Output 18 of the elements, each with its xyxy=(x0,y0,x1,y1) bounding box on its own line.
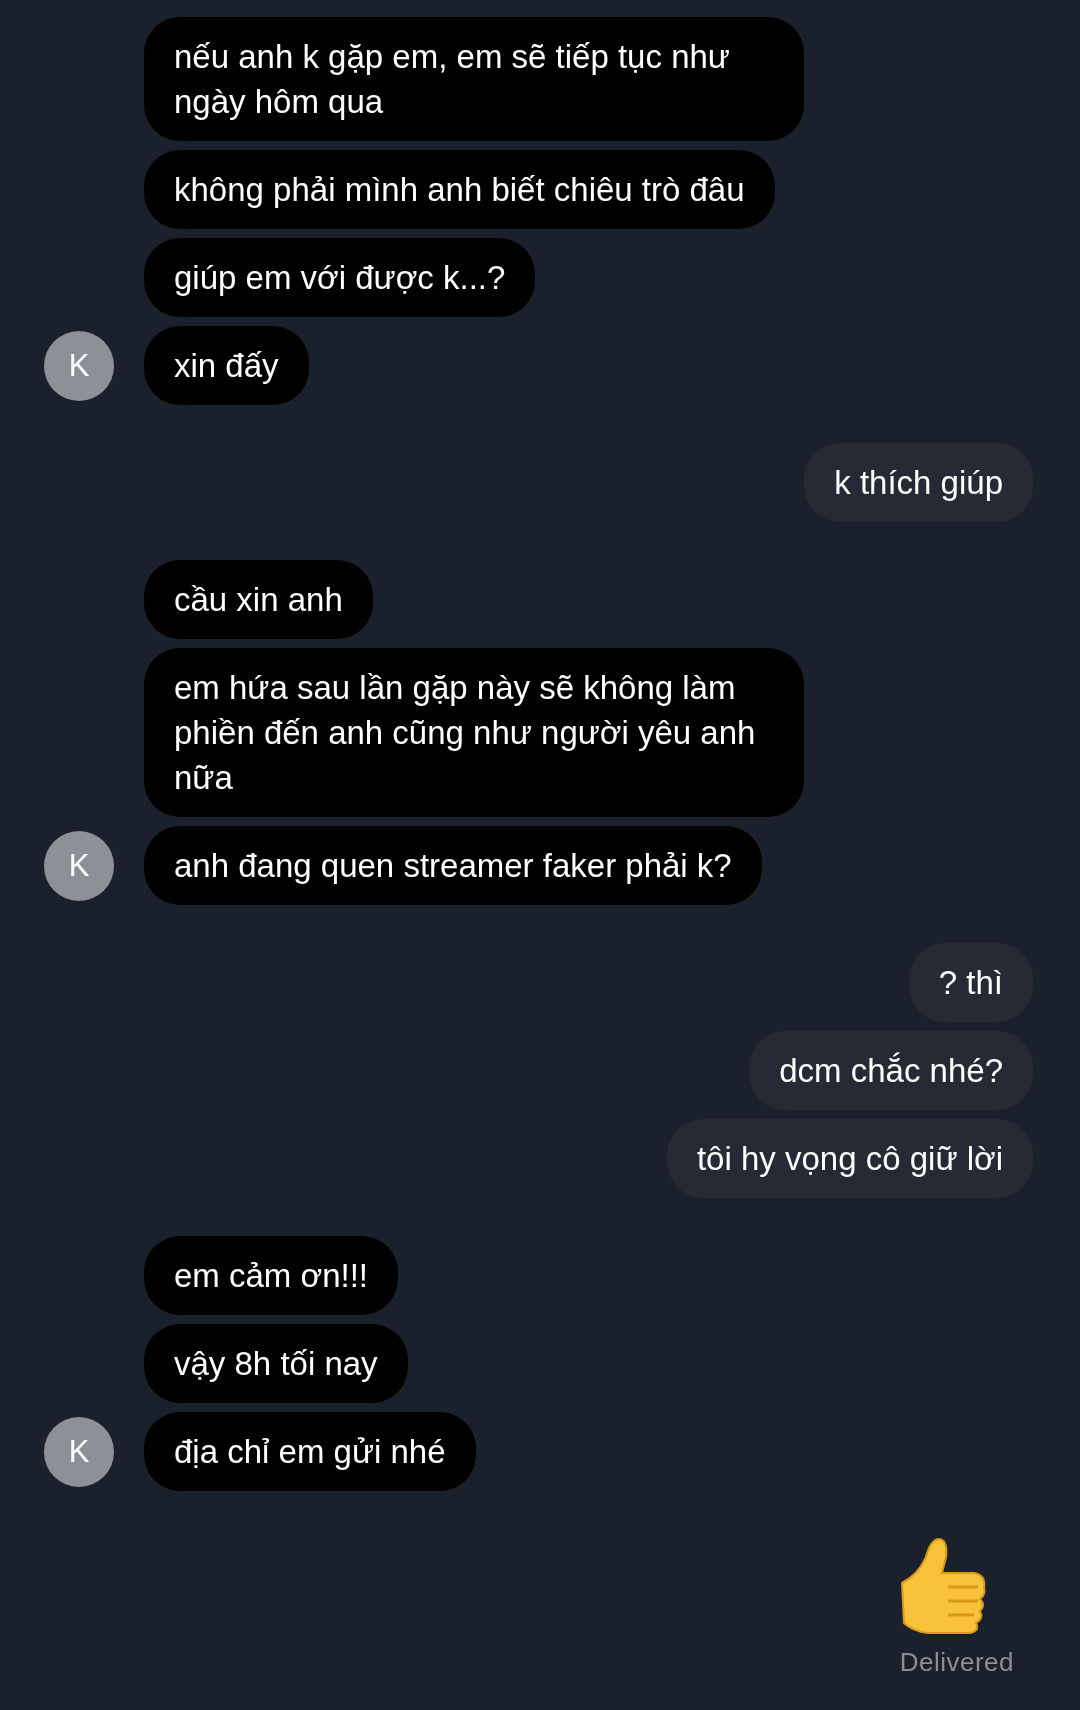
received-message: anh đang quen streamer faker phải k? xyxy=(144,826,762,905)
avatar: K xyxy=(44,331,114,401)
received-message: cầu xin anh xyxy=(144,560,373,639)
received-message: địa chỉ em gửi nhé xyxy=(144,1412,476,1491)
sent-message: tôi hy vọng cô giữ lời xyxy=(666,1119,1033,1198)
sent-message: ? thì xyxy=(908,943,1033,1022)
sent-message: dcm chắc nhé? xyxy=(749,1031,1033,1110)
delivery-status: Delivered xyxy=(899,1647,1014,1678)
received-message: em hứa sau lần gặp này sẽ không làm phiền đến anh cũng như người yêu anh nữa xyxy=(144,648,804,817)
received-message: xin đấy xyxy=(144,326,309,405)
avatar: K xyxy=(44,831,114,901)
avatar: K xyxy=(44,1417,114,1487)
received-message: em cảm ơn!!! xyxy=(144,1236,399,1315)
received-message: nếu anh k gặp em, em sẽ tiếp tục như ngày hôm qua xyxy=(144,17,804,141)
sent-message: k thích giúp xyxy=(804,443,1033,522)
received-message: giúp em với được k...? xyxy=(144,238,536,317)
received-message: không phải mình anh biết chiêu trò đâu xyxy=(144,150,775,229)
received-message: vậy 8h tối nay xyxy=(144,1324,408,1403)
